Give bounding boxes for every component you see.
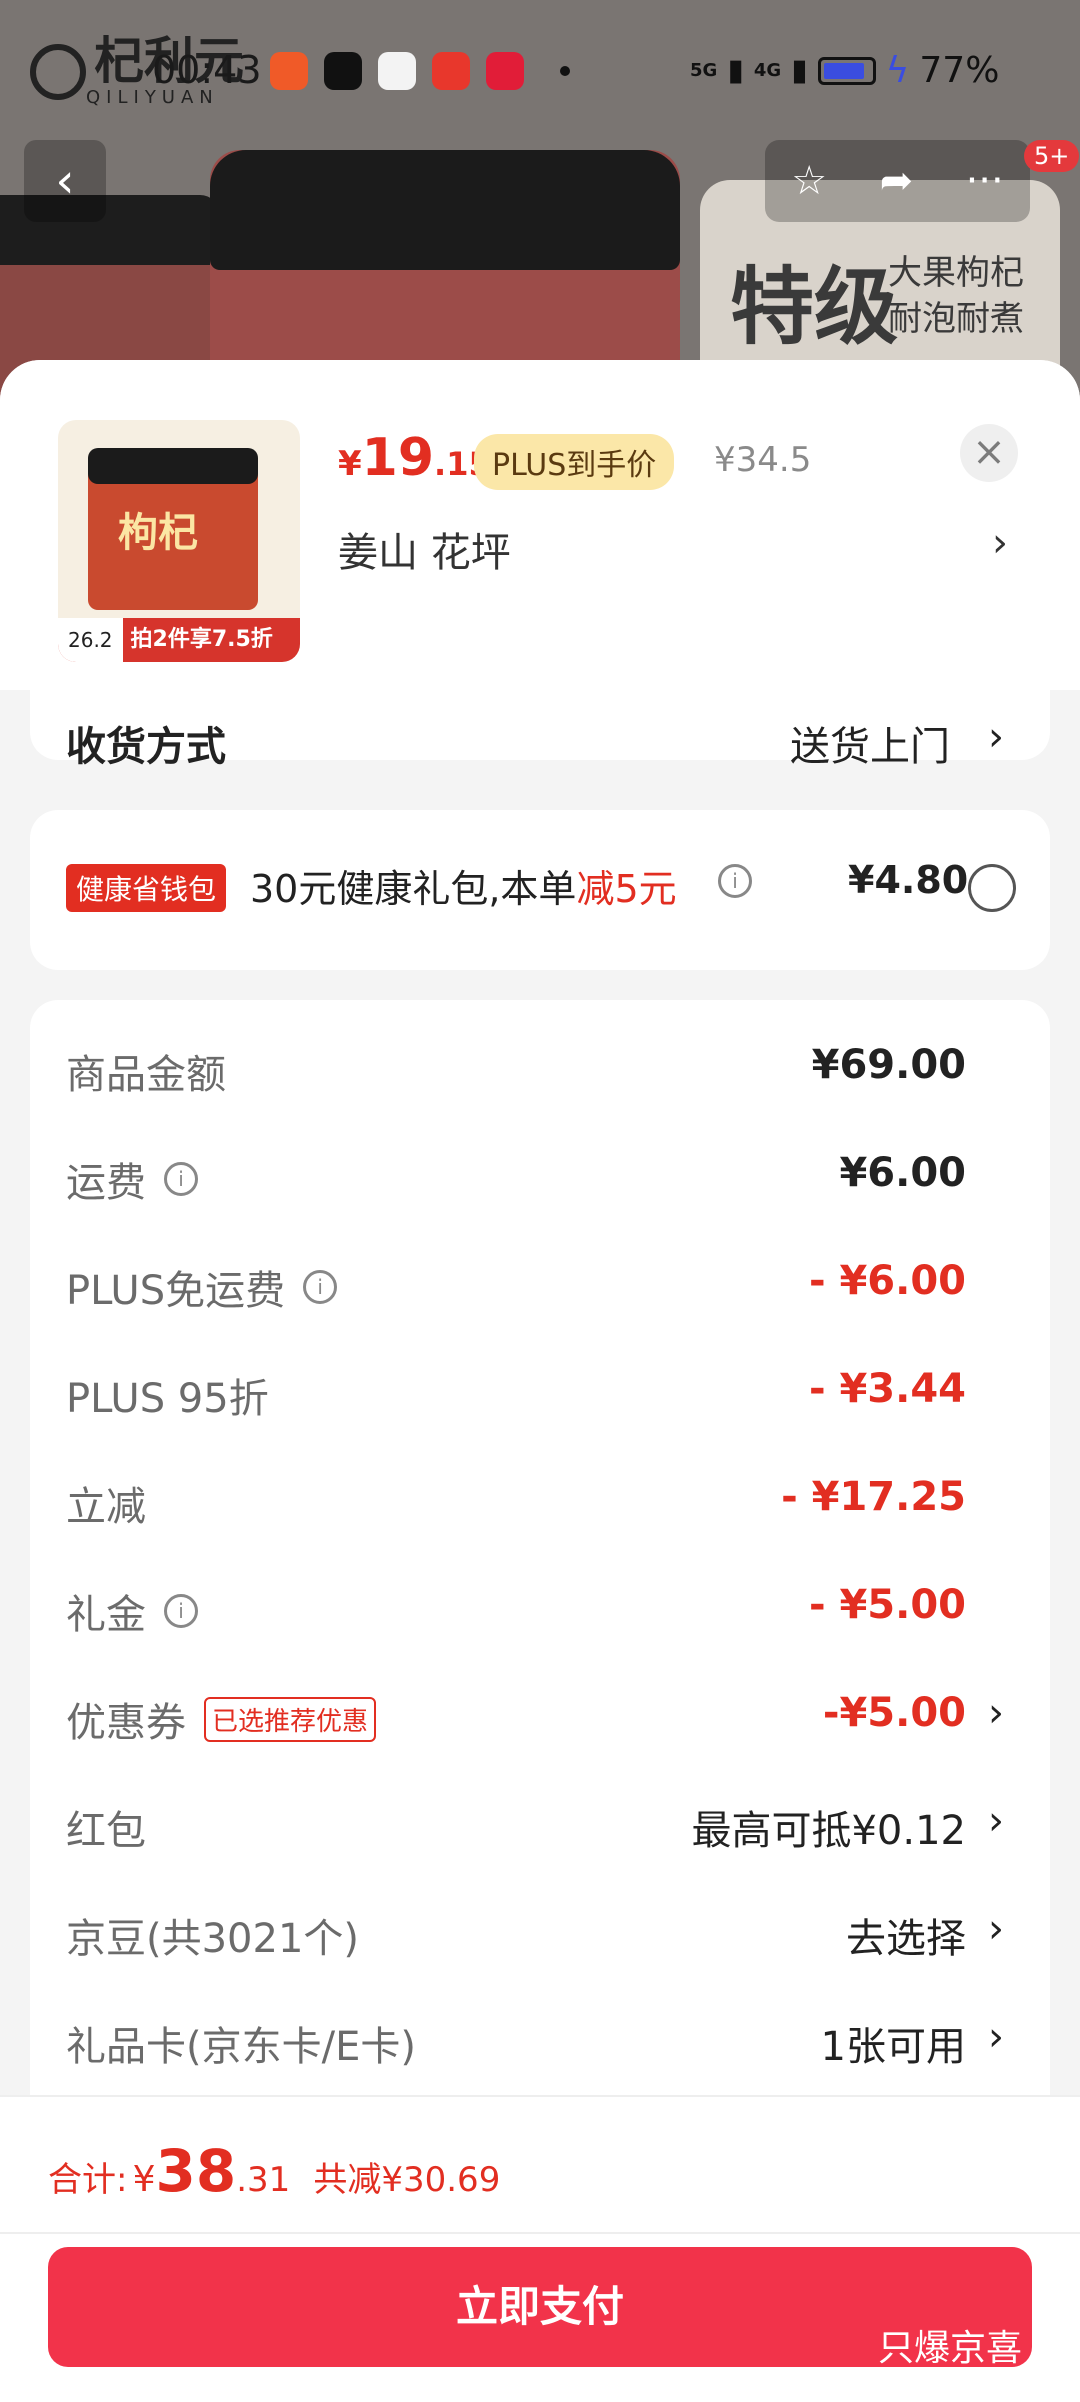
- health-pack-radio[interactable]: [968, 864, 1016, 912]
- status-indicators: 5G ▮ 4G ▮ ϟ 77%: [690, 50, 999, 91]
- price-row-value: 1张可用: [820, 2024, 966, 2070]
- spec-selector[interactable]: 姜山 花坪: [338, 520, 511, 578]
- info-icon[interactable]: i: [303, 1270, 338, 1304]
- delivery-label: 收货方式: [66, 724, 226, 770]
- top-action-group: ☆ ➦ ···: [765, 140, 1030, 222]
- chevron-right-icon: ›: [988, 1798, 1004, 1844]
- price-row-value: 去选择: [846, 1916, 966, 1962]
- watermark: 只爆京喜: [878, 2328, 1023, 2369]
- price-row-value: -¥5.00: [822, 1690, 966, 1736]
- realme-icon: [378, 52, 416, 90]
- total-amount: 合计: ¥38.31 共减¥30.69: [48, 2137, 501, 2205]
- divider: [0, 2232, 1080, 2234]
- price-row-label: PLUS 95折: [66, 1376, 269, 1422]
- price-row-value: - ¥3.44: [808, 1366, 966, 1412]
- coupon-selected-tag: 已选推荐优惠: [204, 1696, 377, 1742]
- close-button[interactable]: ×: [960, 424, 1018, 482]
- price-row: PLUS 95折 - ¥3.44: [30, 1334, 1050, 1442]
- checkout-bar: 合计: ¥38.31 共减¥30.69 立即支付 只爆京喜: [0, 2095, 1080, 2402]
- price-row-value: ¥69.00: [811, 1042, 966, 1088]
- price-row-label: 商品金额: [66, 1052, 226, 1098]
- delivery-value: 送货上门: [790, 724, 950, 770]
- chevron-right-icon: ›: [988, 1690, 1004, 1736]
- price-row[interactable]: 优惠券 已选推荐优惠 -¥5.00 ›: [30, 1658, 1050, 1766]
- price-row-label: 京豆(共3021个): [66, 1916, 360, 1962]
- notification-icons: [270, 52, 570, 90]
- battery-percent: 77%: [919, 50, 1000, 91]
- chevron-right-icon: ›: [988, 2014, 1004, 2060]
- checkout-sheet: 枸杞 26.2 拍2件享7.5折 ¥19.15 PLUS到手价 ¥34.5 × …: [0, 360, 1080, 2400]
- price-row: 礼金 i - ¥5.00: [30, 1550, 1050, 1658]
- tiktok-icon: [324, 52, 362, 90]
- more-icon[interactable]: ···: [966, 158, 1004, 204]
- message-badge: 5+: [1024, 140, 1080, 172]
- price-row: 立减 - ¥17.25: [30, 1442, 1050, 1550]
- app-notification-icon: [270, 52, 308, 90]
- price-row-label: 立减: [66, 1484, 146, 1530]
- status-time: 00:43: [152, 48, 262, 92]
- price-details-card: 商品金额 ¥69.00 运费 i ¥6.00 PLUS免运费 i - ¥6.00 PLUS 95…: [30, 1000, 1050, 2200]
- share-icon[interactable]: ➦: [880, 158, 914, 204]
- signal-4g-icon: 4G: [753, 60, 782, 81]
- price-row-value: - ¥6.00: [808, 1258, 966, 1304]
- battery-icon: [817, 56, 876, 85]
- product-thumbnail[interactable]: 枸杞 26.2 拍2件享7.5折: [58, 420, 300, 662]
- original-price: ¥34.5: [714, 440, 812, 480]
- signal-bars-icon: ▮: [791, 53, 808, 88]
- charging-icon: ϟ: [885, 50, 910, 91]
- signal-bars-icon: ▮: [727, 53, 744, 88]
- banner-subtitle: 大果枸杞 耐泡耐煮: [888, 253, 1024, 339]
- price-row: 商品金额 ¥69.00: [30, 1010, 1050, 1118]
- health-pack-text: 30元健康礼包,本单减5元: [250, 867, 677, 911]
- favorite-icon[interactable]: ☆: [791, 158, 827, 204]
- price-row[interactable]: 京豆(共3021个) 去选择 ›: [30, 1874, 1050, 1982]
- price-row-label: 优惠券 已选推荐优惠: [66, 1690, 377, 1748]
- banner-title: 特级: [730, 257, 899, 356]
- back-button[interactable]: ‹: [24, 140, 106, 222]
- sheet-header: 枸杞 26.2 拍2件享7.5折 ¥19.15 PLUS到手价 ¥34.5 × …: [0, 360, 1080, 690]
- info-icon[interactable]: i: [164, 1594, 198, 1628]
- info-icon[interactable]: i: [718, 864, 752, 898]
- price-row[interactable]: 礼品卡(京东卡/E卡) 1张可用 ›: [30, 1982, 1050, 2090]
- health-pack-card: 健康省钱包 30元健康礼包,本单减5元 i ¥4.80: [30, 810, 1050, 970]
- price-row-label: PLUS免运费 i: [66, 1258, 338, 1316]
- info-icon[interactable]: i: [164, 1162, 198, 1196]
- price-row-value: - ¥5.00: [808, 1582, 966, 1628]
- price-row-value: 最高可抵¥0.12: [691, 1808, 966, 1854]
- signal-5g-icon: 5G: [690, 60, 718, 81]
- health-pack-price: ¥4.80: [848, 858, 969, 902]
- app-notification-icon: [486, 52, 524, 90]
- price-row-label: 红包: [66, 1808, 146, 1854]
- plus-price-tag: PLUS到手价: [474, 434, 675, 490]
- price-row-value: ¥6.00: [839, 1150, 966, 1196]
- price-row: 运费 i ¥6.00: [30, 1118, 1050, 1226]
- health-pack-tag: 健康省钱包: [66, 864, 227, 912]
- price-row[interactable]: 红包 最高可抵¥0.12 ›: [30, 1766, 1050, 1874]
- price-row-label: 礼金 i: [66, 1582, 198, 1640]
- total-saved: 共减¥30.69: [313, 2160, 501, 2200]
- price-row-label: 礼品卡(京东卡/E卡): [66, 2024, 416, 2070]
- price-row-value: - ¥17.25: [781, 1474, 966, 1520]
- chevron-right-icon[interactable]: ›: [992, 520, 1008, 566]
- price-row: PLUS免运费 i - ¥6.00: [30, 1226, 1050, 1334]
- chevron-right-icon: ›: [988, 714, 1004, 760]
- app-notification-icon: [432, 52, 470, 90]
- status-bar: 00:43 5G ▮ 4G ▮ ϟ 77%: [0, 0, 1080, 140]
- chevron-right-icon: ›: [988, 1906, 1004, 1952]
- product-price: ¥19.15: [338, 428, 491, 488]
- price-row-label: 运费 i: [66, 1150, 198, 1208]
